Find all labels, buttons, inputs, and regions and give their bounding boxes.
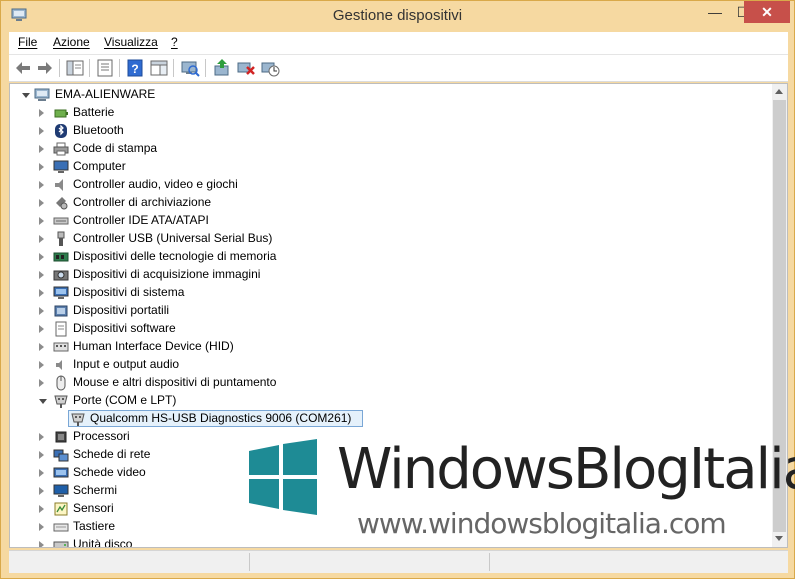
collapse-arrow-icon[interactable] xyxy=(22,93,30,98)
expand-arrow-icon[interactable] xyxy=(39,379,44,387)
menu-azione[interactable]: Azione xyxy=(53,35,90,49)
tree-item-label: Tastiere xyxy=(73,519,116,533)
tree-item-label: Controller USB (Universal Serial Bus) xyxy=(73,231,273,245)
uninstall-device-icon[interactable] xyxy=(236,58,256,78)
tree-item-label: Code di stampa xyxy=(73,141,158,155)
svg-text:?: ? xyxy=(131,62,138,76)
expand-arrow-icon[interactable] xyxy=(39,181,44,189)
tree-item-label: Unità disco xyxy=(73,537,133,548)
minimize-button[interactable]: — xyxy=(701,1,729,23)
status-bar xyxy=(9,550,788,573)
expand-arrow-icon[interactable] xyxy=(39,523,44,531)
expand-arrow-icon[interactable] xyxy=(39,469,44,477)
back-arrow-icon[interactable] xyxy=(13,58,33,78)
tree-item-label: Dispositivi portatili xyxy=(73,303,170,317)
menu-bar: File Azione Visualizza ? xyxy=(9,32,788,55)
tree-item-label: Input e output audio xyxy=(73,357,180,371)
tree-item-label: Schede di rete xyxy=(73,447,151,461)
tree-item-label: Mouse e altri dispositivi di puntamento xyxy=(73,375,277,389)
windows-logo-icon xyxy=(249,439,317,515)
toolbar-separator xyxy=(205,59,206,77)
menu-file[interactable]: File xyxy=(18,35,37,49)
expand-arrow-icon[interactable] xyxy=(39,433,44,441)
expand-arrow-icon[interactable] xyxy=(39,307,44,315)
tree-item-label: Controller di archiviazione xyxy=(73,195,212,209)
update-driver-icon[interactable] xyxy=(212,58,232,78)
tree-item-label: Sensori xyxy=(73,501,114,515)
expand-arrow-icon[interactable] xyxy=(39,217,44,225)
toolbar: ? xyxy=(9,55,788,82)
expand-arrow-icon[interactable] xyxy=(39,541,44,547)
toolbar-separator xyxy=(59,59,60,77)
expand-arrow-icon[interactable] xyxy=(39,451,44,459)
expand-arrow-icon[interactable] xyxy=(39,145,44,153)
expand-arrow-icon[interactable] xyxy=(39,271,44,279)
tree-item-label: Controller audio, video e giochi xyxy=(73,177,238,191)
expand-arrow-icon[interactable] xyxy=(39,253,44,261)
status-cell xyxy=(9,553,250,571)
tree-item-label: Bluetooth xyxy=(73,123,124,137)
forward-arrow-icon[interactable] xyxy=(35,58,55,78)
toolbar-separator xyxy=(119,59,120,77)
action-pane-icon[interactable] xyxy=(149,58,169,78)
tree-item-label: Dispositivi delle tecnologie di memoria xyxy=(73,249,277,263)
status-cell xyxy=(249,553,490,571)
toolbar-separator xyxy=(89,59,90,77)
tree-root-label: EMA-ALIENWARE xyxy=(55,87,156,101)
expand-arrow-icon[interactable] xyxy=(39,109,44,117)
expand-arrow-icon[interactable] xyxy=(39,289,44,297)
expand-arrow-icon[interactable] xyxy=(39,199,44,207)
toolbar-separator xyxy=(173,59,174,77)
expand-arrow-icon[interactable] xyxy=(39,127,44,135)
menu-help[interactable]: ? xyxy=(171,35,178,49)
expand-arrow-icon[interactable] xyxy=(39,325,44,333)
window-title: Gestione dispositivi xyxy=(332,7,463,24)
scroll-down-arrow-icon[interactable] xyxy=(775,536,783,541)
expand-arrow-icon[interactable] xyxy=(39,487,44,495)
tree-item-label: Qualcomm HS-USB Diagnostics 9006 (COM261… xyxy=(90,411,352,425)
tree-item-label: Batterie xyxy=(73,105,115,119)
tree-item-label: Dispositivi di sistema xyxy=(73,285,185,299)
expand-arrow-icon[interactable] xyxy=(39,163,44,171)
scan-hardware-icon[interactable] xyxy=(180,58,200,78)
tree-item-label: Porte (COM e LPT) xyxy=(73,393,177,407)
expand-arrow-icon[interactable] xyxy=(39,505,44,513)
expand-arrow-icon[interactable] xyxy=(39,361,44,369)
collapse-arrow-icon[interactable] xyxy=(39,399,47,404)
tree-item-label: Controller IDE ATA/ATAPI xyxy=(73,213,209,227)
tree-item-label: Dispositivi di acquisizione immagini xyxy=(73,267,261,281)
tree-item-label: Computer xyxy=(73,159,126,173)
close-button[interactable]: ✕ xyxy=(744,1,790,23)
tree-item-label: Dispositivi software xyxy=(73,321,176,335)
properties-icon[interactable] xyxy=(95,58,115,78)
expand-arrow-icon[interactable] xyxy=(39,343,44,351)
show-hide-console-tree-icon[interactable] xyxy=(65,58,85,78)
title-bar[interactable]: Gestione dispositivi — ☐ ✕ xyxy=(1,1,794,31)
help-icon[interactable]: ? xyxy=(125,58,145,78)
menu-visualizza[interactable]: Visualizza xyxy=(104,35,158,49)
tree-item-label: Human Interface Device (HID) xyxy=(73,339,234,353)
watermark: WindowsBlogItalia www.windowsblogitalia.… xyxy=(245,435,795,545)
expand-arrow-icon[interactable] xyxy=(39,235,44,243)
device-manager-window: Gestione dispositivi — ☐ ✕ File Azione V… xyxy=(0,0,795,579)
tree-item-label: Processori xyxy=(73,429,130,443)
tree-item-label: Schermi xyxy=(73,483,118,497)
tree-item-label: Schede video xyxy=(73,465,146,479)
watermark-brand: WindowsBlogItalia xyxy=(337,437,795,502)
scroll-up-arrow-icon[interactable] xyxy=(775,89,783,94)
watermark-url: www.windowsblogitalia.com xyxy=(357,507,727,540)
disable-device-icon[interactable] xyxy=(260,58,280,78)
